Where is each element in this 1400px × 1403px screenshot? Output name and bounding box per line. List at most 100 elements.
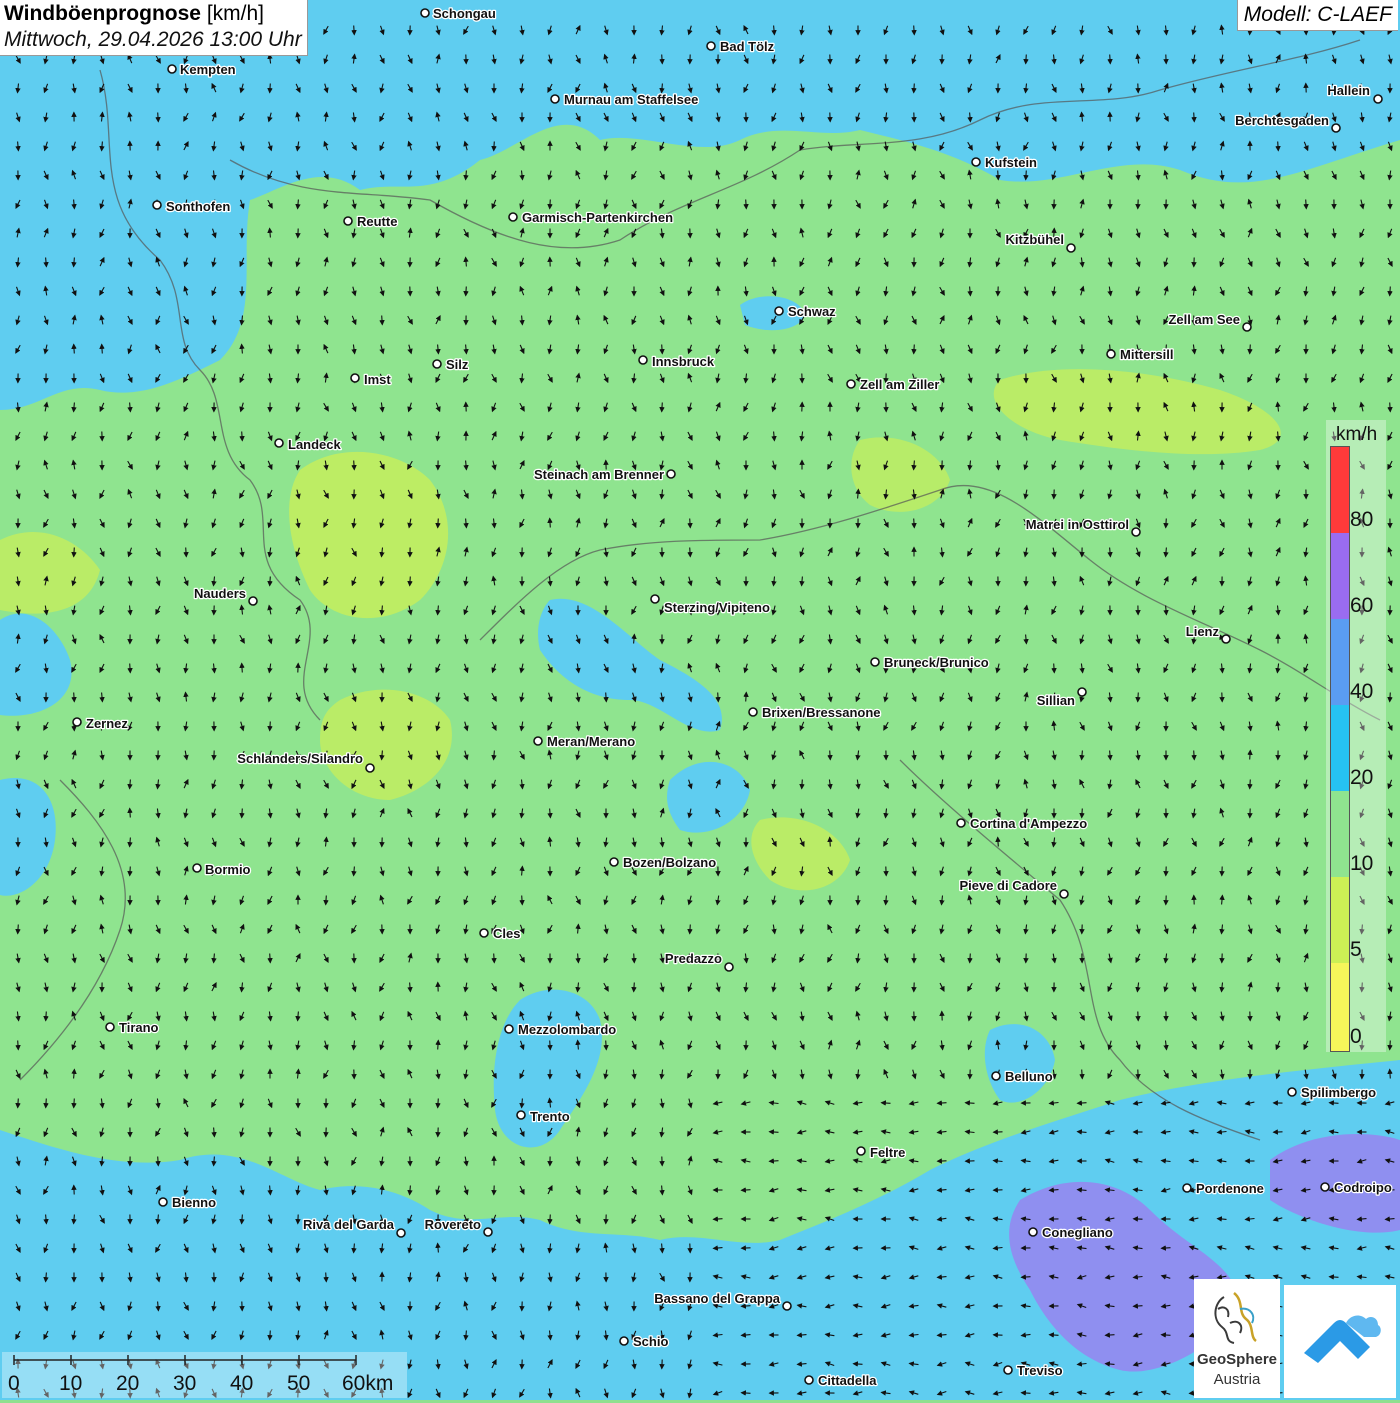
wind-arrow [690,548,691,557]
wind-arrow [158,1157,159,1166]
place-label: Silz [446,357,469,372]
wind-arrow [1306,200,1307,209]
wind-arrow [1022,1277,1031,1278]
place-label: Zell am See [1168,312,1240,327]
place-label: Bassano del Grappa [654,1291,780,1306]
place-label: Reutte [357,214,397,229]
wind-arrow [830,838,831,847]
wind-app-icon [1284,1285,1396,1398]
wind-arrow [742,1393,751,1394]
place-marker [972,158,980,166]
geosphere-logo[interactable]: GeoSphere Austria [1194,1279,1280,1398]
wind-arrow [1082,1070,1083,1079]
wind-arrow [1330,1103,1339,1104]
wind-arrow [742,1190,751,1191]
legend-label-5: 5 [1350,938,1362,962]
place-marker [639,356,647,364]
place-label: Sterzing/Vipiteno [664,600,770,615]
place-marker [517,1111,525,1119]
wind-arrow [74,1099,75,1108]
place-label: Codroipo [1334,1180,1392,1195]
map-title: Windböenprognose [km/h] [4,2,302,26]
place-marker [1288,1088,1296,1096]
place-label: Kufstein [985,155,1037,170]
wind-arrow [130,867,131,876]
wind-arrow [494,142,495,151]
wind-arrow [914,519,915,528]
place-marker [1067,244,1075,252]
wind-arrow [770,1161,779,1162]
wind-arrow [74,345,75,354]
wind-arrow [354,461,355,470]
wind-arrow [326,896,327,905]
scale-bar: 0 10 20 30 40 50 60km [2,1352,407,1398]
legend-label-0: 0 [1350,1025,1362,1049]
place-bruneck-brunico: Bruneck/Brunico [871,655,989,670]
wind-arrow [354,26,355,35]
place-marker [534,737,542,745]
wind-arrow [410,577,411,586]
wind-arrow [158,113,159,122]
wind-arrow [550,519,551,528]
scale-label-10: 10 [59,1372,82,1396]
place-marker [1243,323,1251,331]
place-marker [1222,635,1230,643]
place-label: Trento [530,1109,570,1124]
wind-arrow [914,84,915,93]
wind-arrow [606,693,607,702]
wind-arrow [1330,1277,1339,1278]
place-marker [707,42,715,50]
wind-arrow [522,896,523,905]
place-mezzolombardo: Mezzolombardo [505,1022,616,1037]
wind-arrow [1278,142,1279,151]
wind-arrow [242,432,243,441]
place-label: Schwaz [788,304,836,319]
place-marker [651,595,659,603]
wind-arrow [1078,1103,1087,1104]
wind-arrow [634,983,635,992]
legend-swatch-0 [1331,963,1349,1051]
place-label: Feltre [870,1145,905,1160]
place-marker [1107,350,1115,358]
place-marker [847,380,855,388]
wind-arrow [550,1215,551,1224]
place-marker [857,1147,865,1155]
zone-yellow-1 [289,452,448,618]
place-label: Tirano [119,1020,159,1035]
place-marker [775,307,783,315]
place-label: Imst [364,372,391,387]
wind-arrow [662,345,663,354]
place-label: Cortina d'Ampezzo [970,816,1087,831]
legend-swatch-40 [1331,619,1349,705]
wind-arrow [914,26,915,35]
place-label: Innsbruck [652,354,715,369]
wind-arrow [270,84,271,93]
wind-arrow [690,925,691,934]
legend-swatch-80 [1331,447,1349,533]
wind-arrow [970,954,971,963]
wind-arrow [1250,751,1251,760]
place-brixen-bressanone: Brixen/Bressanone [749,705,881,720]
place-label: Conegliano [1042,1225,1113,1240]
place-label: Murnau am Staffelsee [564,92,698,107]
wind-arrow [854,1364,863,1365]
place-marker [871,658,879,666]
place-label: Schio [633,1334,668,1349]
wind-arrow [714,1219,723,1220]
place-label: Mezzolombardo [518,1022,616,1037]
wind-arrow [1390,287,1391,296]
wind-arrow [1022,1393,1031,1394]
wind-app-logo[interactable] [1284,1285,1396,1398]
wind-arrow [1054,664,1055,673]
place-label: Zernez [86,716,128,731]
place-label: Bormio [205,862,251,877]
legend-label-10: 10 [1350,852,1373,876]
scale-label-0: 0 [8,1372,20,1396]
legend-label-40: 40 [1350,680,1373,704]
place-label: Schlanders/Silandro [237,751,363,766]
place-marker [153,201,161,209]
wind-arrow [270,1331,271,1340]
place-marker [620,1337,628,1345]
wind-gust-map[interactable]: SchongauBad TölzKemptenMurnau am Staffel… [0,0,1400,1400]
place-marker [433,360,441,368]
